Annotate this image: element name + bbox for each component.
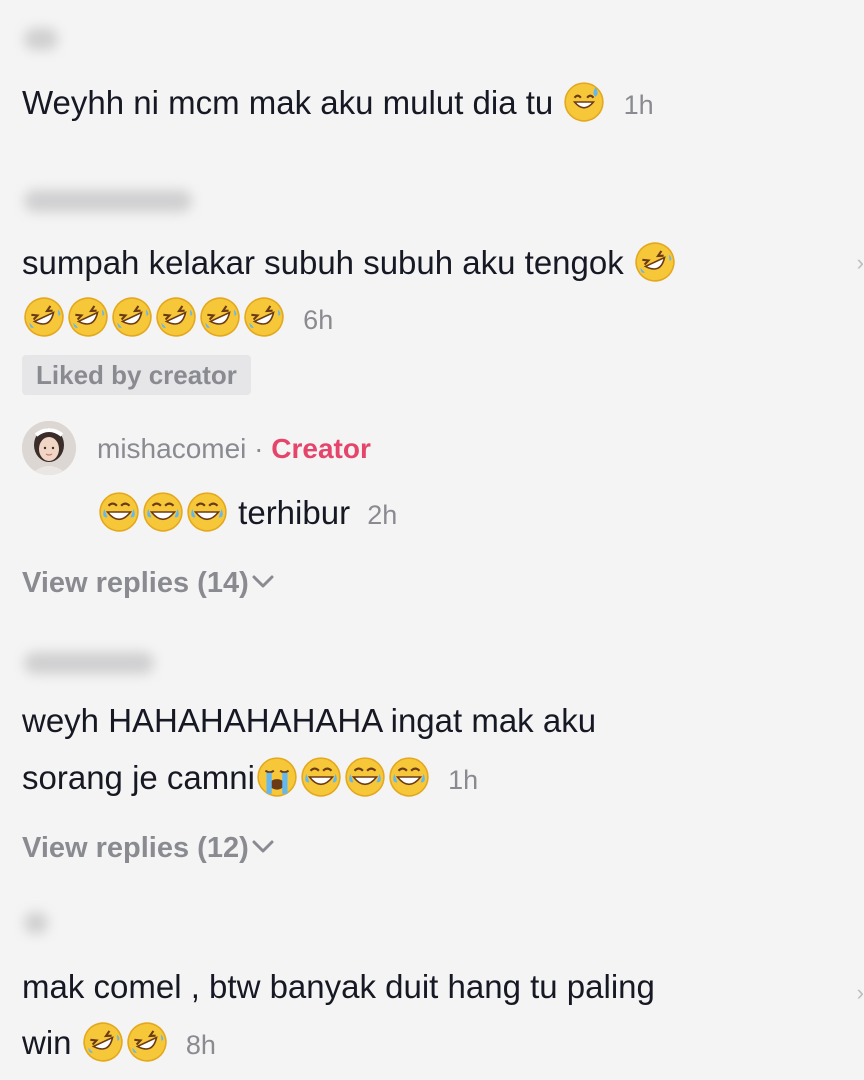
- meta-separator: ·: [254, 433, 264, 464]
- rofl-emoji-icon: [126, 1021, 168, 1063]
- chevron-down-icon: [252, 575, 274, 588]
- creator-reply-text: terhibur 2h: [97, 488, 397, 540]
- view-replies-label: View replies (12): [22, 832, 249, 864]
- comment-text-4-line2: win 8h: [22, 1018, 216, 1070]
- rofl-emoji-icon: [67, 296, 109, 338]
- creator-username[interactable]: mishacomei: [97, 433, 246, 464]
- sweat-smile-emoji-icon: [563, 81, 605, 123]
- creator-avatar[interactable]: [22, 421, 76, 475]
- view-replies-button[interactable]: View replies (12): [22, 828, 275, 868]
- rofl-emoji-icon: [243, 296, 285, 338]
- commenter-username-blurred[interactable]: [24, 912, 48, 934]
- joy-emoji-icon: [344, 756, 386, 798]
- comment-1-text: Weyhh ni mcm mak aku mulut dia tu: [22, 84, 554, 121]
- joy-emoji-icon: [98, 491, 140, 533]
- rofl-emoji-icon: [111, 296, 153, 338]
- comment-2-time: 6h: [303, 305, 334, 335]
- creator-reply-meta: mishacomei · Creator: [97, 430, 371, 468]
- creator-reply-body: terhibur: [238, 494, 351, 531]
- comment-text-1: Weyhh ni mcm mak aku mulut dia tu 1h: [22, 78, 654, 130]
- joy-emoji-icon: [142, 491, 184, 533]
- joy-emoji-icon: [300, 756, 342, 798]
- comment-1-time: 1h: [623, 90, 654, 120]
- comment-3-time: 1h: [448, 765, 479, 795]
- sob-emoji-icon: [256, 756, 298, 798]
- creator-reply-time: 2h: [367, 500, 398, 530]
- like-count-clipped: ›: [856, 980, 864, 1005]
- comment-2-line1: sumpah kelakar subuh subuh aku tengok: [22, 244, 624, 281]
- commenter-username-blurred[interactable]: [24, 652, 154, 674]
- rofl-emoji-icon: [82, 1021, 124, 1063]
- rofl-emoji-icon: [634, 241, 676, 283]
- comment-4-line1: mak comel , btw banyak duit hang tu pali…: [22, 968, 655, 1005]
- chevron-down-icon: [252, 840, 274, 853]
- comment-3-line2: sorang je camni: [22, 759, 255, 796]
- comment-3-line1: weyh HAHAHAHAHAHA ingat mak aku: [22, 702, 597, 739]
- comment-4-line2: win: [22, 1024, 72, 1061]
- like-count-clipped: ›: [856, 250, 864, 275]
- comment-text-2-line2: 6h: [22, 293, 333, 345]
- liked-by-creator-badge: Liked by creator: [22, 355, 251, 395]
- commenter-username-blurred[interactable]: [24, 190, 192, 212]
- avatar-photo-icon: [22, 421, 76, 475]
- view-replies-button[interactable]: View replies (14): [22, 563, 275, 603]
- joy-emoji-icon: [186, 491, 228, 533]
- view-replies-label: View replies (14): [22, 567, 249, 599]
- comment-text-4-line1: mak comel , btw banyak duit hang tu pali…: [22, 962, 655, 1012]
- rofl-emoji-icon: [155, 296, 197, 338]
- comment-text-3-line1: weyh HAHAHAHAHAHA ingat mak aku: [22, 696, 596, 746]
- creator-tag: Creator: [271, 433, 371, 464]
- rofl-emoji-icon: [23, 296, 65, 338]
- rofl-emoji-icon: [199, 296, 241, 338]
- comment-text-3-line2: sorang je camni 1h: [22, 753, 478, 805]
- comment-4-time: 8h: [185, 1030, 216, 1060]
- joy-emoji-icon: [388, 756, 430, 798]
- commenter-username-blurred[interactable]: [24, 28, 58, 50]
- comment-text-2-line1: sumpah kelakar subuh subuh aku tengok: [22, 238, 677, 288]
